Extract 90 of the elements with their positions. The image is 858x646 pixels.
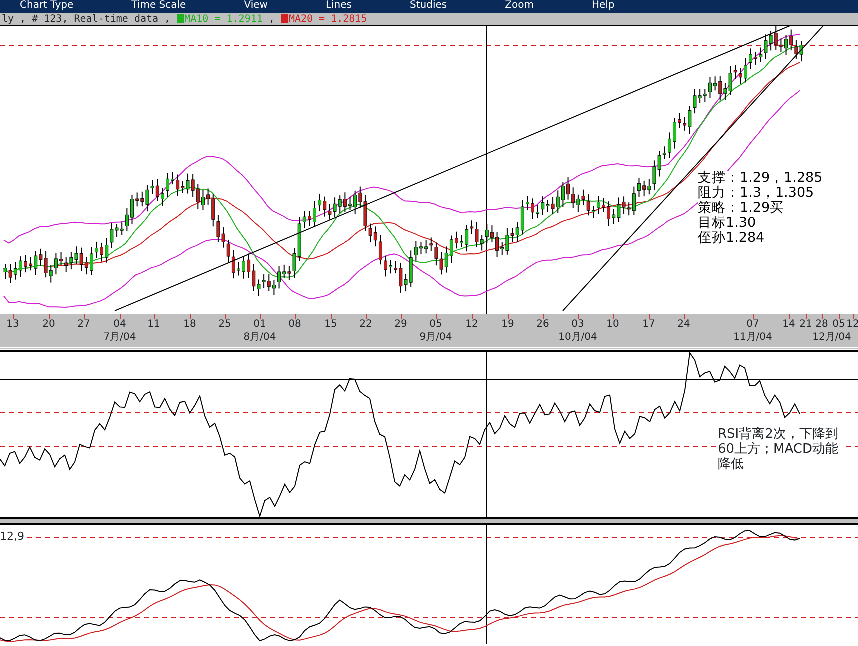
candlestick (424, 240, 428, 254)
candlestick (272, 280, 276, 296)
candlestick (638, 177, 641, 198)
separator-text: , (268, 14, 276, 25)
candlestick (278, 266, 281, 290)
candlestick (597, 196, 600, 215)
date-label: 08 (288, 319, 302, 330)
candlestick (95, 241, 98, 259)
candlestick (749, 48, 752, 70)
date-label: 07 (746, 319, 760, 330)
annotation-text: 侄孙1.284 (698, 231, 765, 246)
date-label: 05 (832, 319, 846, 330)
candlestick (171, 172, 174, 186)
candlestick (202, 190, 205, 211)
candlestick (708, 76, 712, 99)
menu-item[interactable]: Lines (326, 0, 352, 13)
candlestick (531, 198, 534, 220)
candlestick (784, 34, 788, 56)
candlestick (562, 182, 565, 208)
menu-item[interactable]: Studies (410, 0, 448, 13)
date-label: 28 (816, 319, 828, 330)
candlestick (384, 255, 388, 278)
date-label: 24 (678, 319, 690, 330)
candlestick (566, 177, 570, 200)
candlestick (19, 256, 22, 278)
candlestick (780, 38, 783, 52)
indicator-value-text: MA10 = 1.2911 (184, 14, 263, 25)
candlestick (24, 254, 28, 274)
indicator-value-text: MA20 = 1.2815 (288, 14, 368, 25)
candlestick (344, 192, 347, 213)
candlestick (526, 196, 530, 211)
candlestick (420, 241, 423, 256)
candlestick (714, 76, 717, 92)
month-label: 8月/04 (244, 332, 276, 343)
date-label: 19 (502, 319, 514, 330)
menu-item[interactable]: Chart Type (20, 0, 74, 13)
candlestick (206, 188, 210, 206)
date-label: 18 (184, 319, 196, 330)
candlestick (90, 246, 94, 276)
annotation-text: 目标1.30 (698, 216, 756, 231)
date-label: 26 (536, 319, 550, 330)
date-label: 05 (430, 319, 442, 330)
candlestick (166, 172, 170, 198)
candlestick (602, 198, 606, 213)
date-label: 29 (394, 319, 408, 330)
month-label: 7月/04 (104, 332, 136, 343)
candlestick (313, 200, 316, 228)
annotation-text: 阻力：1.3，1.305 (698, 186, 814, 201)
date-label: 12 (846, 319, 858, 330)
annotation-text: 支撑：1.29，1.285 (698, 171, 823, 186)
date-label: 01 (254, 319, 266, 330)
date-label: 17 (642, 319, 656, 330)
month-label: 11月/04 (734, 332, 772, 343)
candlestick (678, 112, 682, 129)
menu-item[interactable]: Zoom (505, 0, 534, 13)
candlestick (348, 197, 352, 211)
date-label: 20 (42, 319, 56, 330)
month-label: 12月/04 (812, 332, 852, 343)
candlestick (54, 252, 58, 276)
candlestick (130, 194, 134, 226)
date-label: 03 (572, 319, 584, 330)
date-label: 10 (606, 319, 620, 330)
candlestick (242, 256, 246, 280)
candlestick (490, 225, 494, 243)
date-label: 22 (360, 319, 372, 330)
candlestick (744, 58, 748, 84)
date-label: 15 (324, 319, 338, 330)
candlestick (673, 118, 676, 150)
menu-item[interactable]: View (244, 0, 268, 13)
candlestick (460, 234, 464, 248)
candlestick (496, 232, 499, 258)
month-label: 10月/04 (558, 332, 598, 343)
candlestick (455, 231, 458, 250)
month-label: 9月/04 (420, 332, 452, 343)
candlestick (308, 210, 312, 227)
chart-info-text: ly , # 123, Real-time data , (2, 14, 171, 25)
date-label: 12 (466, 319, 478, 330)
date-label: 25 (218, 319, 232, 330)
indicator-parameter-label: 12,9 (0, 531, 24, 543)
annotation-text: 策略：1.29买 (698, 201, 784, 216)
menu-item[interactable]: Time Scale (132, 0, 186, 13)
candlestick (237, 262, 240, 276)
date-label: 13 (6, 319, 20, 330)
date-label: 21 (800, 319, 812, 330)
date-label: 14 (782, 319, 796, 330)
menu-item[interactable]: Help (592, 0, 615, 13)
candlestick (60, 252, 63, 266)
date-label: 04 (114, 319, 126, 330)
date-label: 11 (148, 319, 160, 330)
date-label: 27 (78, 319, 90, 330)
